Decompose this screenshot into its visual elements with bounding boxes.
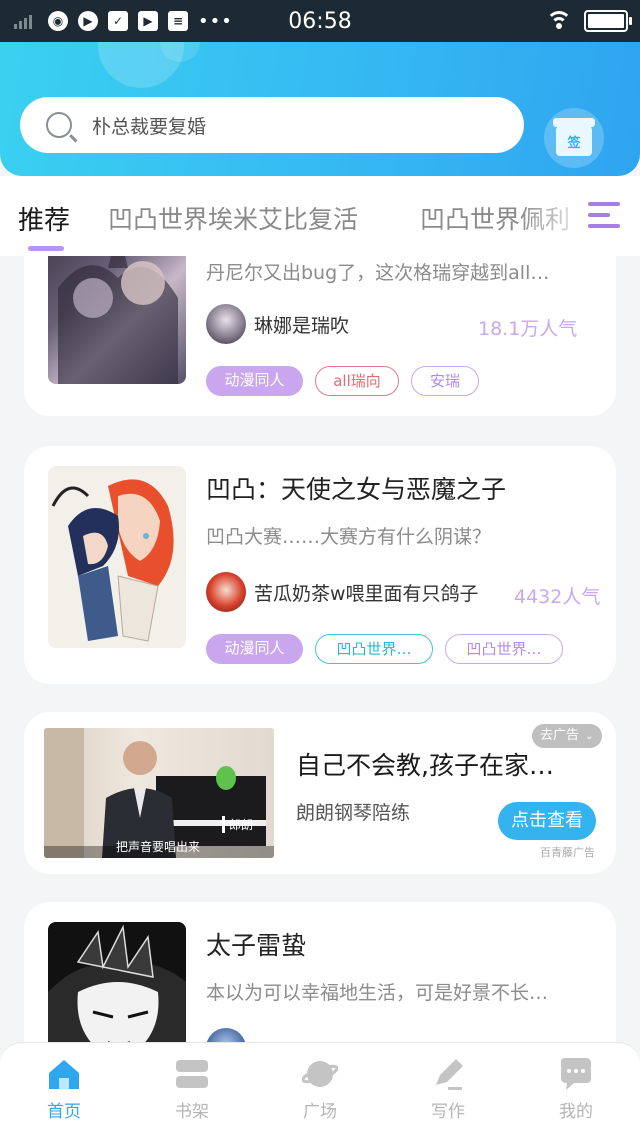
ad-image-caption: 把声音要唱出来 [116,840,201,854]
tag[interactable]: all瑞向 [315,366,399,396]
cover-art [51,479,174,642]
story-title[interactable]: 凹凸：天使之女与恶魔之子 [206,470,506,506]
author-name: 琳娜是瑞吹 [254,314,350,337]
avatar [206,304,246,344]
tab-topic-1[interactable]: 凹凸世界埃米艾比复活 [108,200,358,236]
avatar [206,1028,246,1042]
story-card[interactable]: 丹尼尔又出bug了，这次格瑞穿越到all… 琳娜是瑞吹 18.1万人气 动漫同人… [24,256,616,416]
tab-fade [520,176,640,256]
nav-write[interactable]: 写作 [384,1043,512,1138]
avatar [206,572,246,612]
bookshelf-icon [174,1057,210,1091]
story-tags: 动漫同人 all瑞向 安瑞 [206,366,479,396]
video-app-icon: ▶ [138,11,158,31]
pen-icon [430,1057,466,1091]
home-icon [46,1057,82,1091]
story-author[interactable]: 苦瓜奶茶w喂里面有只鸽子 [206,572,479,612]
nav-label: 我的 [559,1102,593,1122]
more-notifications: ••• [198,10,233,32]
search-bar[interactable]: 朴总裁要复婚 [20,97,524,153]
story-author[interactable]: 琳娜是瑞吹 [206,304,349,344]
active-tab-indicator [28,246,64,251]
nav-home[interactable]: 首页 [0,1043,128,1138]
signal-icon [14,13,32,29]
search-input[interactable]: 朴总裁要复婚 [92,112,206,139]
gift-label: 签 [567,135,581,151]
story-card[interactable]: 凹凸：天使之女与恶魔之子 凹凸大赛……大赛方有什么阴谋？ 苦瓜奶茶w喂里面有只鸽… [24,446,616,684]
popularity-count: 18.1万人气 [478,318,578,340]
category-tabs: 推荐 凹凸世界埃米艾比复活 凹凸世界佩利 [0,176,640,256]
story-summary: 丹尼尔又出bug了，这次格瑞穿越到all… [206,262,550,284]
story-title[interactable]: 太子雷蛰 [206,926,306,962]
ad-view-button[interactable]: 点击查看 [498,802,596,840]
palette-icon: ◉ [48,11,68,31]
checkbox-icon: ✓ [108,11,128,31]
cover-art [48,922,186,1042]
story-cover[interactable] [48,256,186,384]
ad-image[interactable]: 把声音要唱出来 郎朗 [44,728,274,858]
popularity-count: 4432人气 [514,586,601,608]
story-cover[interactable] [48,922,186,1042]
tag[interactable]: 凹凸世界… [315,634,433,664]
checkin-gift-button[interactable]: 签 [544,108,604,168]
gift-icon: 签 [553,118,595,156]
database-icon: ≡ [168,11,188,31]
story-feed: 丹尼尔又出bug了，这次格瑞穿越到all… 琳娜是瑞吹 18.1万人气 动漫同人… [0,256,640,1042]
tab-menu-icon[interactable] [588,202,620,232]
nav-bookshelf[interactable]: 书架 [128,1043,256,1138]
tab-recommend[interactable]: 推荐 [18,200,70,237]
story-cover[interactable] [48,466,186,648]
nav-label: 首页 [47,1102,81,1122]
author-name: 苦瓜奶茶w喂里面有只鸽子 [254,582,479,605]
planet-icon [301,1057,339,1091]
ad-title[interactable]: 自己不会教,孩子在家… [296,746,554,782]
ad-image-name: 郎朗 [222,816,253,833]
remove-ad-label: 去广告 [540,728,580,743]
bottom-nav: 首页 书架 广场 写作 我的 [0,1042,640,1138]
story-tags: 动漫同人 凹凸世界… 凹凸世界… [206,634,563,664]
nav-label: 广场 [303,1102,337,1122]
story-card[interactable]: 太子雷蛰 本以为可以幸福地生活，可是好景不长… [24,902,616,1042]
ad-source: 百青藤广告 [540,846,595,859]
search-icon [46,112,72,138]
ad-card[interactable]: 把声音要唱出来 郎朗 去广告 ⌄ 自己不会教,孩子在家… 朗朗钢琴陪练 点击查看… [24,712,616,874]
ad-description: 朗朗钢琴陪练 [296,802,411,824]
nav-label: 书架 [175,1102,209,1122]
tag[interactable]: 凹凸世界… [445,634,563,664]
battery-icon [584,10,632,32]
nav-label: 写作 [431,1102,465,1122]
nav-profile[interactable]: 我的 [512,1043,640,1138]
story-summary: 凹凸大赛……大赛方有什么阴谋？ [206,526,492,548]
story-summary: 本以为可以幸福地生活，可是好景不长… [206,982,549,1004]
story-author[interactable] [206,1028,254,1042]
remove-ad-button[interactable]: 去广告 ⌄ [532,724,602,748]
tag[interactable]: 动漫同人 [206,366,303,396]
chevron-down-icon: ⌄ [585,731,594,742]
tag[interactable]: 动漫同人 [206,634,303,664]
cover-art [58,256,178,384]
wifi-icon [546,11,572,31]
app-header: 朴总裁要复婚 签 [0,42,640,176]
chat-bubble-icon [558,1057,594,1091]
status-bar: ◉ ▶ ✓ ▶ ≡ ••• 06:58 [0,0,640,42]
tag[interactable]: 安瑞 [411,366,479,396]
video-play-icon: ▶ [78,11,98,31]
nav-square[interactable]: 广场 [256,1043,384,1138]
